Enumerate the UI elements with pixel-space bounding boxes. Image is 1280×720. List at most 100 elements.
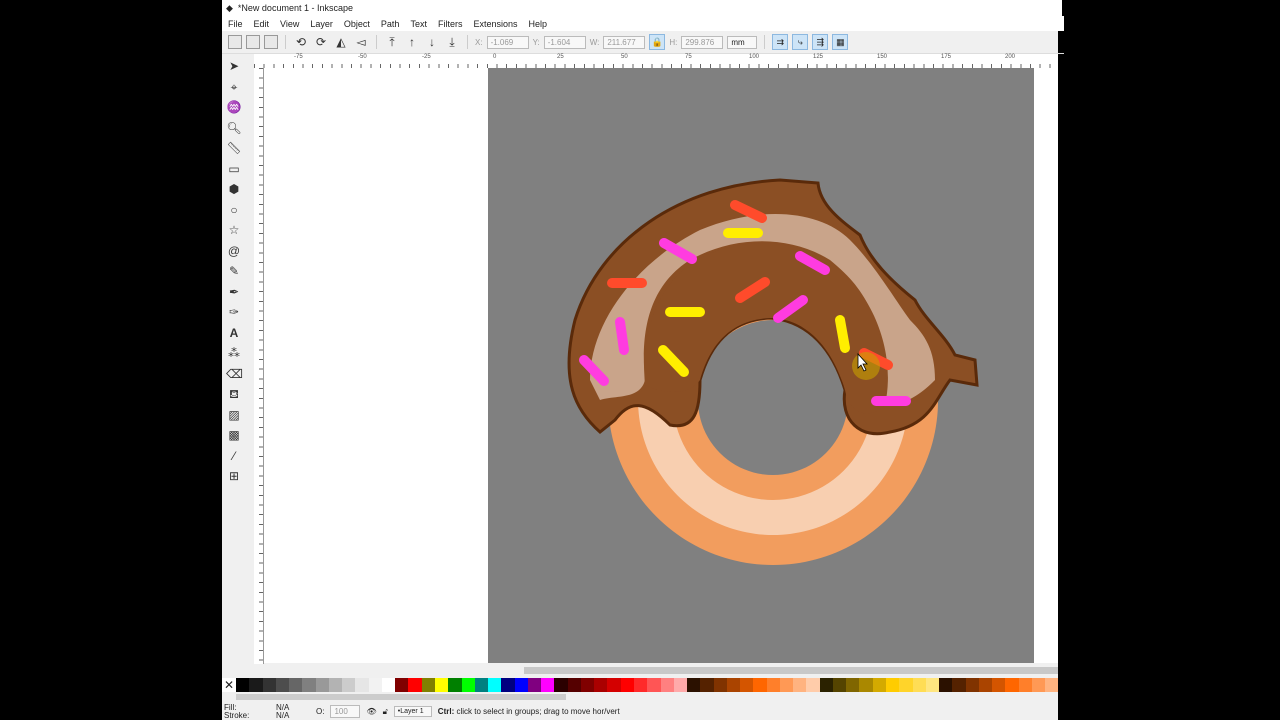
lower-icon[interactable]: ↓ [424, 34, 440, 50]
color-swatch[interactable] [488, 678, 502, 692]
toggle-lock-icon[interactable]: 🔓︎ [383, 707, 388, 717]
paint-bucket-tool-icon[interactable]: ⛾ [226, 386, 242, 402]
color-swatch[interactable] [952, 678, 966, 692]
color-swatch[interactable] [912, 678, 926, 692]
color-swatch[interactable] [633, 678, 648, 692]
layer-select[interactable]: •Layer 1 [393, 706, 432, 717]
color-swatch[interactable] [753, 678, 767, 692]
color-swatch[interactable] [978, 678, 993, 692]
color-swatch[interactable] [302, 678, 316, 692]
raise-icon[interactable]: ↑ [404, 34, 420, 50]
color-swatch[interactable] [700, 678, 714, 692]
opacity-field[interactable]: 100 [330, 705, 361, 718]
color-swatch[interactable] [1045, 678, 1059, 692]
color-swatch[interactable] [806, 678, 820, 692]
color-swatch[interactable] [1018, 678, 1032, 692]
color-swatch[interactable] [673, 678, 688, 692]
color-swatch[interactable] [925, 678, 940, 692]
color-swatch[interactable] [580, 678, 595, 692]
deselect-icon[interactable] [264, 35, 278, 49]
color-swatch[interactable] [275, 678, 290, 692]
color-swatch[interactable] [726, 678, 741, 692]
y-field[interactable]: -1.604 [543, 35, 586, 49]
scale-stroke-icon[interactable]: ⇉ [772, 34, 789, 50]
menu-extensions[interactable]: Extensions [473, 19, 517, 29]
color-swatch[interactable] [899, 678, 913, 692]
star-tool-icon[interactable]: ☆ [226, 222, 242, 238]
color-swatch[interactable] [1031, 678, 1046, 692]
color-swatch[interactable] [766, 678, 780, 692]
color-swatch[interactable] [514, 678, 528, 692]
color-swatch[interactable] [965, 678, 979, 692]
color-swatch[interactable] [541, 678, 555, 692]
color-swatch[interactable] [886, 678, 900, 692]
color-swatch[interactable] [660, 678, 674, 692]
eraser-tool-icon[interactable]: ⌫ [226, 366, 243, 382]
color-swatch[interactable] [236, 678, 250, 692]
color-swatch[interactable] [620, 678, 634, 692]
menu-view[interactable]: View [280, 19, 299, 29]
color-swatch[interactable] [647, 678, 661, 692]
pencil-tool-icon[interactable]: ✎ [226, 263, 242, 279]
menu-object[interactable]: Object [344, 19, 370, 29]
color-swatch[interactable] [501, 678, 515, 692]
color-swatch[interactable] [846, 678, 860, 692]
color-swatch[interactable] [355, 678, 369, 692]
transform-patterns-icon[interactable]: ▦ [832, 34, 849, 50]
color-swatch[interactable] [740, 678, 754, 692]
color-swatch[interactable] [713, 678, 727, 692]
dropper-tool-icon[interactable]: ⁄ [226, 448, 242, 464]
color-swatch[interactable] [395, 678, 409, 692]
color-swatch[interactable] [381, 678, 396, 692]
gradient-tool-icon[interactable]: ▨ [226, 407, 242, 423]
unit-select[interactable]: mm [727, 35, 758, 49]
tweak-tool-icon[interactable]: ♒ [226, 99, 242, 115]
measure-tool-icon[interactable]: 📏︎ [226, 140, 242, 156]
color-swatch[interactable] [687, 678, 701, 692]
mesh-tool-icon[interactable]: ▩ [226, 427, 242, 443]
menu-filters[interactable]: Filters [438, 19, 463, 29]
donut-drawing[interactable] [264, 68, 1058, 663]
palette-scrollbar[interactable] [236, 694, 566, 700]
select-all-icon[interactable] [228, 35, 242, 49]
lower-to-bottom-icon[interactable]: ⤓ [444, 34, 460, 50]
color-swatch[interactable] [289, 678, 303, 692]
raise-to-top-icon[interactable]: ⤒ [384, 34, 400, 50]
spray-tool-icon[interactable]: ⁂ [226, 345, 242, 361]
scale-corners-icon[interactable]: ⤷ [792, 34, 809, 50]
color-swatch[interactable] [342, 678, 356, 692]
color-swatch[interactable] [832, 678, 847, 692]
color-swatch[interactable] [793, 678, 807, 692]
toggle-visibility-icon[interactable]: 👁︎ [366, 707, 376, 716]
color-swatch[interactable] [421, 678, 435, 692]
spiral-tool-icon[interactable]: @ [226, 243, 242, 259]
rectangle-tool-icon[interactable]: ▭ [226, 161, 242, 177]
connector-tool-icon[interactable]: ⊞ [226, 468, 242, 484]
color-swatch[interactable] [315, 678, 329, 692]
color-swatch[interactable] [992, 678, 1006, 692]
menu-help[interactable]: Help [528, 19, 547, 29]
menu-edit[interactable]: Edit [254, 19, 270, 29]
color-swatch[interactable] [819, 678, 833, 692]
text-tool-icon[interactable]: A [226, 325, 242, 341]
menu-layer[interactable]: Layer [310, 19, 333, 29]
no-paint-swatch[interactable]: ✕ [222, 678, 236, 692]
color-swatch[interactable] [262, 678, 276, 692]
color-swatch[interactable] [779, 678, 794, 692]
color-swatch[interactable] [368, 678, 382, 692]
node-tool-icon[interactable]: ⌖ [226, 79, 242, 95]
calligraphy-tool-icon[interactable]: ✑ [226, 304, 242, 320]
color-swatch[interactable] [607, 678, 621, 692]
h-field[interactable]: 299.876 [681, 35, 724, 49]
rotate-cw-icon[interactable]: ⟳ [313, 34, 329, 50]
x-field[interactable]: -1.069 [486, 35, 529, 49]
color-swatch[interactable] [859, 678, 873, 692]
color-swatch[interactable] [328, 678, 343, 692]
transform-gradients-icon[interactable]: ⇶ [812, 34, 829, 50]
color-swatch[interactable] [594, 678, 608, 692]
ellipse-tool-icon[interactable]: ○ [226, 202, 242, 218]
scrollbar-thumb[interactable] [524, 667, 1058, 674]
flip-horizontal-icon[interactable]: ◭ [333, 34, 349, 50]
selector-tool-icon[interactable]: ➤ [226, 58, 242, 74]
horizontal-scrollbar[interactable] [254, 664, 1058, 676]
